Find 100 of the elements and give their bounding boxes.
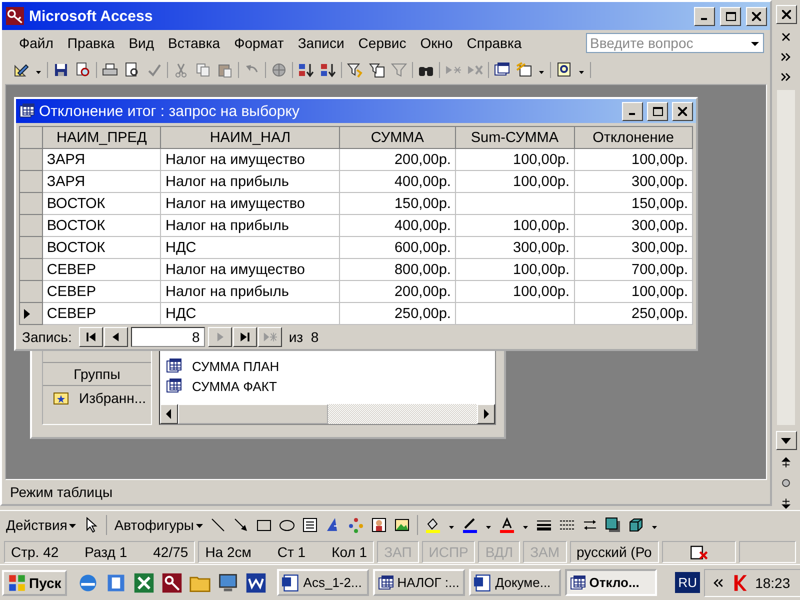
scroll-down-button[interactable] xyxy=(776,431,796,450)
spreadsheet-icon[interactable] xyxy=(133,572,156,594)
column-header[interactable]: СУММА xyxy=(339,126,456,148)
table-cell: СЕВЕР xyxy=(46,284,96,300)
column-header[interactable]: НАИМ_ПРЕД xyxy=(42,126,161,148)
start-button[interactable]: Пуск xyxy=(2,570,68,596)
help-search-field[interactable]: Введите вопрос xyxy=(586,33,764,53)
line-icon[interactable] xyxy=(210,517,226,533)
menu-item[interactable]: Записи xyxy=(290,33,352,53)
table-cell: 300,00р. xyxy=(632,174,688,190)
menu-item[interactable]: Правка xyxy=(60,33,122,53)
search-icon[interactable] xyxy=(75,62,91,78)
group-item[interactable]: Избранн... xyxy=(43,386,151,410)
line-color-icon[interactable] xyxy=(462,517,478,533)
actions-menu[interactable]: Действия xyxy=(6,517,76,533)
table-cell: Налог на прибыль xyxy=(165,284,289,300)
next-page-icon[interactable] xyxy=(779,496,793,510)
close-button[interactable] xyxy=(672,102,693,120)
menu-item[interactable]: Файл xyxy=(12,33,60,53)
new-object-icon[interactable] xyxy=(516,62,532,78)
table-cell: 800,00р. xyxy=(394,262,451,278)
maximize-button[interactable] xyxy=(647,102,668,120)
chevron-icon[interactable] xyxy=(779,50,793,64)
image-icon[interactable] xyxy=(394,517,410,533)
taskbar-button[interactable]: Acs_1-2... xyxy=(277,569,370,596)
table-cell: 100,00р. xyxy=(513,262,570,278)
taskbar-button[interactable]: Докуме... xyxy=(469,569,562,596)
table-icon xyxy=(378,574,394,590)
maximize-button[interactable] xyxy=(720,6,741,26)
shadow-icon[interactable] xyxy=(605,517,621,533)
diagram-icon[interactable] xyxy=(348,517,364,533)
first-record-button[interactable] xyxy=(78,327,103,347)
horizontal-scrollbar[interactable] xyxy=(160,404,495,424)
ruler-pencil-icon[interactable] xyxy=(13,62,29,78)
record-number-field[interactable]: 8 xyxy=(130,327,205,347)
scroll-left-icon[interactable] xyxy=(165,409,173,419)
preview-icon[interactable] xyxy=(124,62,140,78)
copy-icon[interactable] xyxy=(195,62,211,78)
autoshapes-menu[interactable]: Автофигуры xyxy=(114,517,203,533)
language-indicator[interactable]: RU xyxy=(675,572,700,593)
scroll-right-icon[interactable] xyxy=(482,409,490,419)
column-header[interactable]: Отклонение xyxy=(574,126,692,148)
oval-icon[interactable] xyxy=(279,517,295,533)
window-title: Microsoft Access xyxy=(29,8,154,24)
menu-item[interactable]: Вид xyxy=(122,33,162,53)
status-text: Стр. 42 xyxy=(11,544,59,560)
groups-header[interactable]: Группы xyxy=(43,362,151,386)
window-icon[interactable] xyxy=(494,62,510,78)
minimize-button[interactable] xyxy=(694,6,715,26)
menu-item[interactable]: Справка xyxy=(460,33,529,53)
print-icon[interactable] xyxy=(102,62,118,78)
table-cell: 300,00р. xyxy=(632,218,688,234)
fill-color-icon[interactable] xyxy=(425,517,441,533)
column-header[interactable]: НАИМ_НАЛ xyxy=(160,126,340,148)
list-item[interactable]: СУММА ФАКТ xyxy=(160,376,495,396)
rectangle-icon[interactable] xyxy=(256,517,272,533)
taskbar-button[interactable]: НАЛОГ :... xyxy=(373,569,466,596)
arrow-icon[interactable] xyxy=(233,517,249,533)
3d-icon[interactable] xyxy=(628,517,644,533)
status-text: Кол 1 xyxy=(332,544,368,560)
table-cell: ВОСТОК xyxy=(46,196,106,212)
sort-descending-icon[interactable] xyxy=(320,62,336,78)
status-text: Ст 1 xyxy=(277,544,306,560)
close-button[interactable] xyxy=(776,5,796,24)
text-document-icon[interactable] xyxy=(245,572,268,594)
table-cell: 400,00р. xyxy=(394,218,451,234)
filter-form-icon[interactable] xyxy=(369,62,385,78)
list-item[interactable]: СУММА ПЛАН xyxy=(160,356,495,376)
clipart-icon[interactable] xyxy=(371,517,387,533)
scrollbar-track[interactable] xyxy=(777,90,795,425)
browse-object-icon[interactable] xyxy=(779,476,793,490)
filter-icon[interactable] xyxy=(347,62,363,78)
menu-item[interactable]: Окно xyxy=(413,33,460,53)
record-label: Запись: xyxy=(22,329,72,345)
desktop-icon[interactable] xyxy=(217,572,240,594)
query-icon xyxy=(166,378,182,394)
spellcheck-icon[interactable] xyxy=(146,62,162,78)
column-header[interactable]: Sum-СУММА xyxy=(455,126,574,148)
caret-icon[interactable] xyxy=(69,521,76,529)
menu-item[interactable]: Сервис xyxy=(351,33,414,53)
save-icon[interactable] xyxy=(53,62,69,78)
minimize-button[interactable] xyxy=(622,102,643,120)
menu-item[interactable]: Формат xyxy=(227,33,291,53)
new-record-icon xyxy=(262,330,277,344)
taskbar-button[interactable]: Откло... xyxy=(565,569,658,596)
menu-item[interactable]: Вставка xyxy=(161,33,228,53)
font-color-icon[interactable] xyxy=(499,517,515,533)
key-icon[interactable] xyxy=(161,572,184,594)
arrow-style-icon[interactable] xyxy=(582,517,598,533)
textbox-icon[interactable] xyxy=(302,517,318,533)
previous-page-icon[interactable] xyxy=(779,456,793,470)
sort-ascending-icon[interactable] xyxy=(298,62,314,78)
first-record-icon xyxy=(84,330,98,344)
close-button[interactable] xyxy=(746,6,767,26)
paste-icon[interactable] xyxy=(217,62,233,78)
globe-icon[interactable] xyxy=(271,62,287,78)
previous-record-button[interactable] xyxy=(104,327,128,347)
caret-icon[interactable] xyxy=(196,521,203,529)
last-record-button[interactable] xyxy=(232,327,257,347)
chevron-icon[interactable] xyxy=(779,70,793,84)
